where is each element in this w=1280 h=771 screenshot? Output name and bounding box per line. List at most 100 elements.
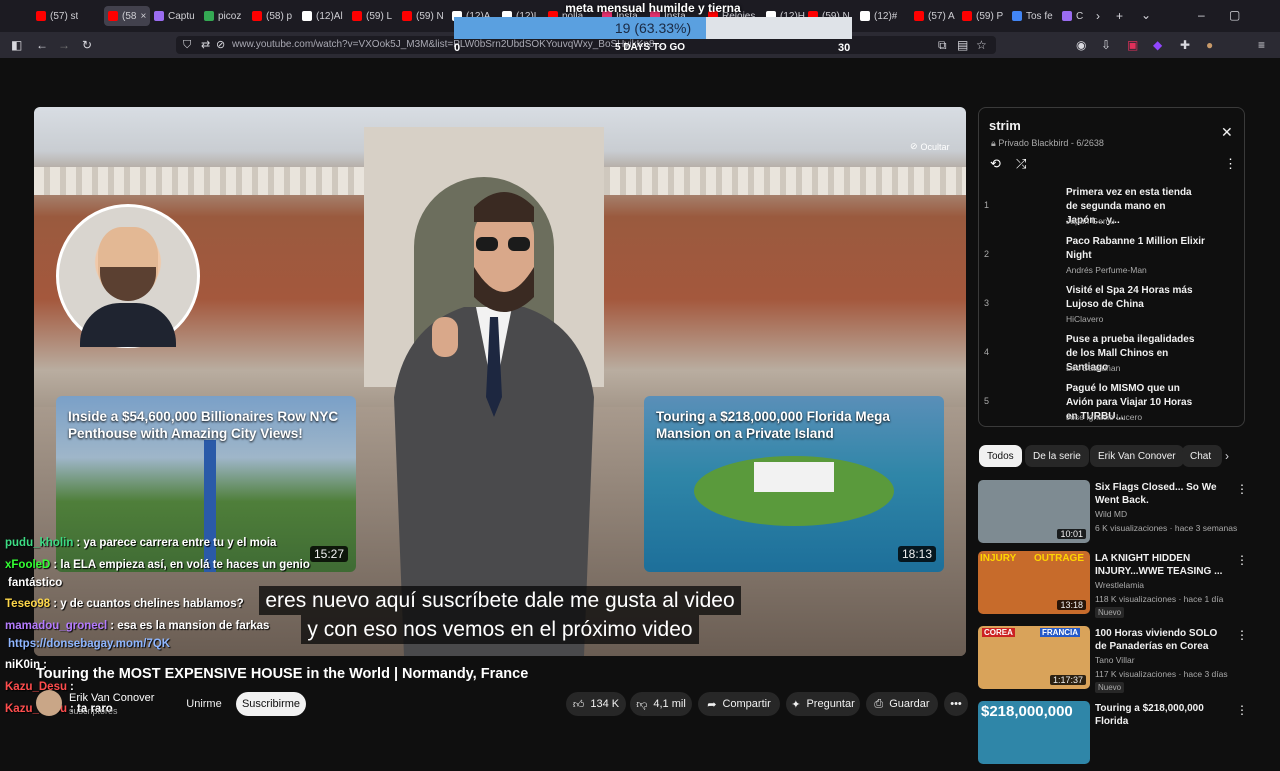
- video-thumbnail[interactable]: COREA FRANCIA 1:17:37: [978, 626, 1090, 689]
- playlist-title[interactable]: strim: [989, 118, 1021, 133]
- chat-username[interactable]: xFooleD: [5, 559, 50, 571]
- chevron-right-icon[interactable]: ›: [1225, 449, 1229, 463]
- endcard-video-2[interactable]: Touring a $218,000,000 Florida Mega Mans…: [644, 396, 944, 572]
- sidebar-icon[interactable]: ◧: [11, 38, 22, 52]
- tab-favicon-icon: [204, 11, 214, 21]
- extension-badge-icon[interactable]: ▣: [1127, 38, 1138, 52]
- playlist-item[interactable]: 2 Paco Rabanne 1 Million Elixir Night Andr…: [979, 232, 1239, 278]
- permissions-icon[interactable]: ⇄: [201, 38, 210, 52]
- like-button[interactable]: 👍︎ 134 K: [566, 692, 626, 716]
- browser-tab[interactable]: Tos fe: [1012, 6, 1053, 26]
- browser-tab[interactable]: (59) L: [352, 6, 392, 26]
- join-button[interactable]: Unirme: [178, 692, 230, 716]
- close-icon[interactable]: ✕: [1221, 124, 1233, 141]
- more-actions-button[interactable]: •••: [944, 692, 968, 716]
- browser-tab[interactable]: (57) st: [36, 6, 78, 26]
- playlist-item[interactable]: 4 Puse a prueba ilegalidades de los Mall …: [979, 330, 1239, 376]
- recommended-channel[interactable]: Wrestlelamia: [1095, 580, 1144, 590]
- tab-favicon-icon: [1062, 11, 1072, 21]
- browser-tab[interactable]: (12)#: [860, 6, 897, 26]
- lock-icon[interactable]: ⊘: [216, 38, 225, 52]
- video-thumbnail[interactable]: 10:01: [978, 480, 1090, 543]
- recommended-meta: 118 K visualizaciones · hace 1 día: [1095, 594, 1224, 604]
- recommended-video[interactable]: COREA FRANCIA 1:17:37 100 Horas viviendo SO…: [978, 626, 1248, 696]
- forward-icon[interactable]: →: [58, 38, 70, 52]
- browser-tab[interactable]: (58) p: [252, 6, 292, 26]
- endcard-duration: 18:13: [897, 546, 936, 562]
- save-button[interactable]: ⎙ Guardar: [866, 692, 938, 716]
- picture-in-picture-icon[interactable]: ⧉: [938, 38, 947, 52]
- hide-endcards-button[interactable]: ⊘ Ocultar: [910, 141, 950, 152]
- recommended-video[interactable]: $218,000,000 Touring a $218,000,000 Flori…: [978, 701, 1248, 771]
- browser-tab[interactable]: (12)Al: [302, 6, 343, 26]
- browser-tab[interactable]: (58 ×: [104, 6, 151, 26]
- bookmark-star-icon[interactable]: ☆: [976, 38, 987, 52]
- loop-icon[interactable]: ⟲: [990, 156, 1001, 172]
- tab-close-icon[interactable]: ×: [140, 11, 146, 22]
- share-button[interactable]: ➦ Compartir: [698, 692, 780, 716]
- dislike-button[interactable]: 👎︎ 4,1 mil: [630, 692, 692, 716]
- reload-icon[interactable]: ↻: [82, 38, 92, 52]
- recommended-video[interactable]: 10:01 Six Flags Closed... So We Went Back…: [978, 480, 1248, 550]
- tab-favicon-icon: [36, 11, 46, 21]
- more-options-icon[interactable]: ⋮: [1236, 628, 1248, 642]
- chat-username[interactable]: Teseo98: [5, 598, 50, 610]
- shuffle-icon[interactable]: ⤮: [1016, 156, 1026, 172]
- browser-tab[interactable]: (57) A: [914, 6, 955, 26]
- reader-view-icon[interactable]: ▤: [957, 38, 968, 52]
- chat-username[interactable]: mamadou_gronecl: [5, 620, 107, 632]
- bookmark-icon: ⎙: [874, 697, 884, 710]
- browser-tab[interactable]: (59) N: [402, 6, 444, 26]
- subscribe-button[interactable]: Suscribirme: [236, 692, 306, 716]
- back-icon[interactable]: ←: [36, 38, 48, 52]
- twitch-extension-icon[interactable]: ◆: [1153, 38, 1162, 52]
- shield-icon[interactable]: ⛉: [183, 38, 191, 52]
- video-thumbnail[interactable]: INJURY OUTRAGE 13:18: [978, 551, 1090, 614]
- filter-chip[interactable]: Chat: [1182, 445, 1222, 467]
- chat-username[interactable]: Kazu_Desu: [5, 681, 67, 693]
- playlist-meta: 🔒︎ Privado Blackbird - 6/2638: [991, 138, 1104, 149]
- channel-name[interactable]: Erik Van Conover: [69, 692, 154, 704]
- playlist-item[interactable]: 1 Primera vez en esta tienda de segunda m…: [979, 183, 1239, 229]
- filter-chip[interactable]: De la serie: [1025, 445, 1089, 467]
- extensions-puzzle-icon[interactable]: ✚: [1180, 38, 1190, 52]
- more-options-icon[interactable]: ⋮: [1236, 482, 1248, 496]
- video-thumbnail[interactable]: $218,000,000: [978, 701, 1090, 764]
- channel-avatar[interactable]: [36, 690, 62, 716]
- chat-username[interactable]: niK0in: [5, 659, 40, 671]
- recommended-video[interactable]: INJURY OUTRAGE 13:18 LA KNIGHT HIDDEN INJUR…: [978, 551, 1248, 621]
- browser-tab[interactable]: (59) P: [962, 6, 1003, 26]
- account-icon[interactable]: ◉: [1076, 38, 1086, 52]
- recommended-channel[interactable]: Wild MD: [1095, 509, 1127, 519]
- more-options-icon[interactable]: ⋮: [1236, 703, 1248, 717]
- tab-scroll-right-icon[interactable]: ›: [1096, 9, 1100, 23]
- playlist-item-title: Visité el Spa 24 Horas más Lujoso de Chi…: [1066, 285, 1193, 310]
- filter-chip[interactable]: Erik Van Conover: [1090, 445, 1184, 467]
- profile-avatar-icon[interactable]: ●: [1206, 38, 1213, 52]
- maximize-icon[interactable]: ▢: [1229, 8, 1240, 22]
- menu-icon[interactable]: ≡: [1258, 38, 1265, 52]
- playlist-menu-icon[interactable]: ⋮: [1224, 156, 1237, 172]
- tab-label: (57) st: [50, 10, 79, 22]
- more-options-icon[interactable]: ⋮: [1236, 553, 1248, 567]
- playlist-item[interactable]: 5 Pagué lo MISMO que un Avión para Viajar…: [979, 379, 1239, 425]
- tab-label: (58) p: [266, 10, 293, 22]
- playlist-item[interactable]: 3 Visité el Spa 24 Horas más Lujoso de Ch…: [979, 281, 1239, 327]
- browser-tab[interactable]: Captu: [154, 6, 195, 26]
- thumbnail-duration: 13:18: [1057, 600, 1086, 610]
- thumbnail-label: FRANCIA: [1040, 628, 1080, 637]
- filter-chip[interactable]: Todos: [979, 445, 1022, 467]
- browser-tab[interactable]: C: [1062, 6, 1083, 26]
- tab-favicon-icon: [962, 11, 972, 21]
- sparkle-icon: ✦: [791, 698, 801, 711]
- tab-list-icon[interactable]: ⌄: [1141, 8, 1151, 22]
- video-player[interactable]: ⊘ Ocultar Inside a $54,600,000 Billionai…: [34, 107, 966, 656]
- browser-tab[interactable]: picoz: [204, 6, 241, 26]
- extension-icon[interactable]: ⇩: [1101, 38, 1111, 52]
- recommended-channel[interactable]: Tano Villar: [1095, 655, 1135, 665]
- mansion-graphic: [754, 462, 834, 492]
- new-tab-icon[interactable]: +: [1116, 9, 1123, 23]
- minimize-icon[interactable]: –: [1198, 8, 1205, 22]
- chat-username[interactable]: pudu_kholin: [5, 537, 73, 549]
- ask-button[interactable]: ✦ Preguntar: [786, 692, 860, 716]
